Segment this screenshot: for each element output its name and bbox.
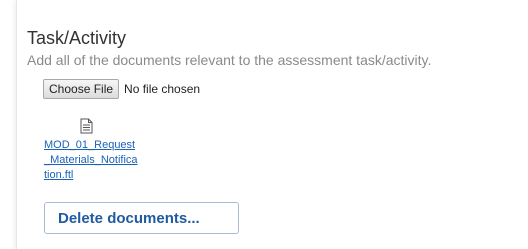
section-title: Task/Activity: [27, 28, 127, 48]
file-status-text: No file chosen: [124, 82, 201, 96]
file-input: Choose File No file chosen: [43, 79, 200, 99]
delete-documents-button[interactable]: Delete documents...: [44, 202, 239, 234]
document-icon[interactable]: [80, 118, 93, 134]
document-link[interactable]: MOD_01_Request_Materials_Notification.ft…: [44, 138, 138, 183]
section-description: Add all of the documents relevant to the…: [27, 52, 432, 68]
choose-file-button[interactable]: Choose File: [43, 79, 120, 99]
